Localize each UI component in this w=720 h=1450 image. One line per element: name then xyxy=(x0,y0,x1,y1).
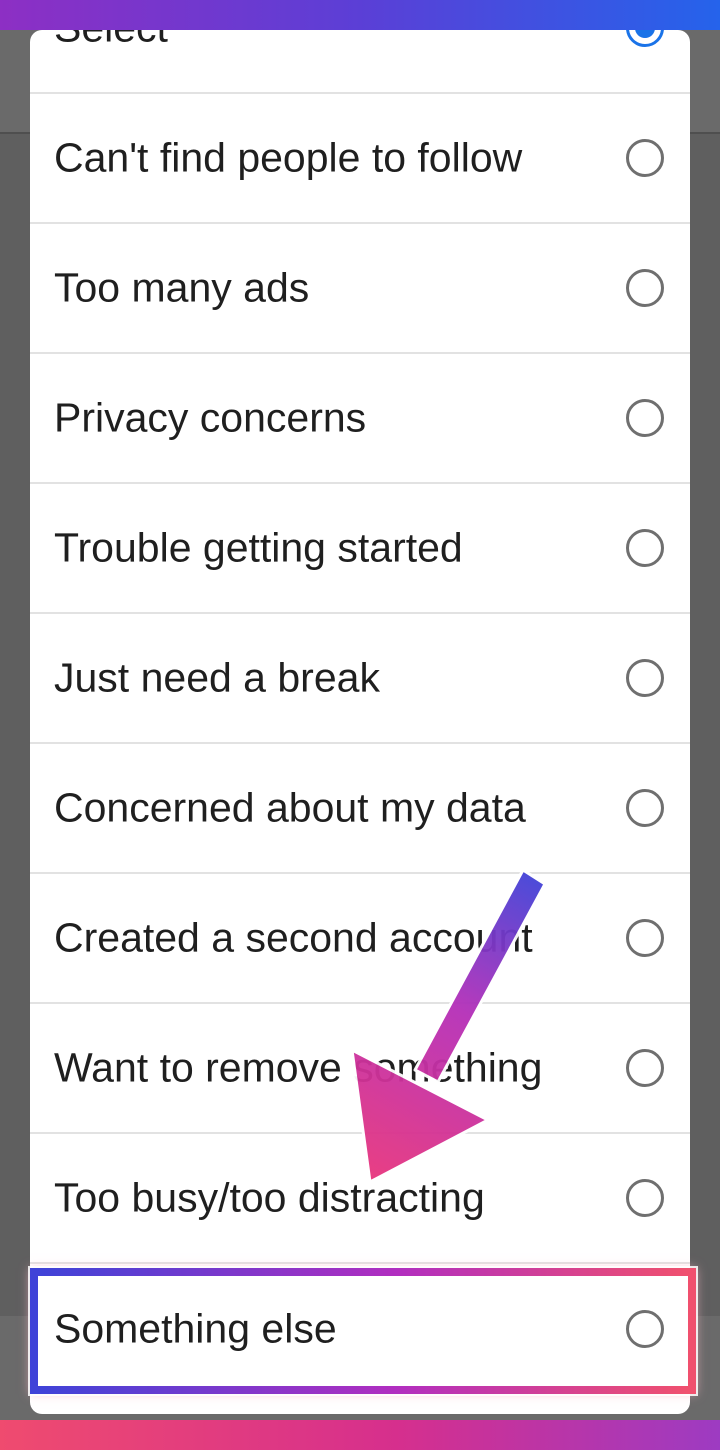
option-label: Select xyxy=(54,30,168,52)
radio-icon[interactable] xyxy=(626,1049,664,1087)
option-label: Created a second account xyxy=(54,914,533,961)
option-label: Something else xyxy=(54,1305,337,1352)
radio-icon[interactable] xyxy=(626,1179,664,1217)
option-second-account[interactable]: Created a second account xyxy=(30,874,690,1004)
radio-icon[interactable] xyxy=(626,139,664,177)
radio-icon[interactable] xyxy=(626,919,664,957)
option-too-many-ads[interactable]: Too many ads xyxy=(30,224,690,354)
reason-selection-dialog: Select Can't find people to follow Too m… xyxy=(30,30,690,1414)
option-cant-find-people[interactable]: Can't find people to follow xyxy=(30,94,690,224)
option-label: Privacy concerns xyxy=(54,394,367,441)
radio-icon[interactable] xyxy=(626,659,664,697)
option-label: Want to remove something xyxy=(54,1044,543,1091)
option-privacy-concerns[interactable]: Privacy concerns xyxy=(30,354,690,484)
radio-selected-icon[interactable] xyxy=(626,30,664,47)
option-label: Trouble getting started xyxy=(54,524,463,571)
option-select[interactable]: Select xyxy=(30,30,690,94)
option-something-else[interactable]: Something else xyxy=(30,1264,690,1394)
option-remove-something[interactable]: Want to remove something xyxy=(30,1004,690,1134)
radio-icon[interactable] xyxy=(626,269,664,307)
option-concerned-about-data[interactable]: Concerned about my data xyxy=(30,744,690,874)
option-too-busy[interactable]: Too busy/too distracting xyxy=(30,1134,690,1264)
option-trouble-getting-started[interactable]: Trouble getting started xyxy=(30,484,690,614)
radio-icon[interactable] xyxy=(626,789,664,827)
option-label: Can't find people to follow xyxy=(54,134,523,181)
option-label: Concerned about my data xyxy=(54,784,526,831)
option-label: Too busy/too distracting xyxy=(54,1174,485,1221)
radio-icon[interactable] xyxy=(626,1310,664,1348)
option-label: Too many ads xyxy=(54,264,310,311)
option-need-a-break[interactable]: Just need a break xyxy=(30,614,690,744)
top-gradient-bar xyxy=(0,0,720,30)
radio-icon[interactable] xyxy=(626,399,664,437)
radio-icon[interactable] xyxy=(626,529,664,567)
option-label: Just need a break xyxy=(54,654,380,701)
bottom-gradient-bar xyxy=(0,1420,720,1450)
